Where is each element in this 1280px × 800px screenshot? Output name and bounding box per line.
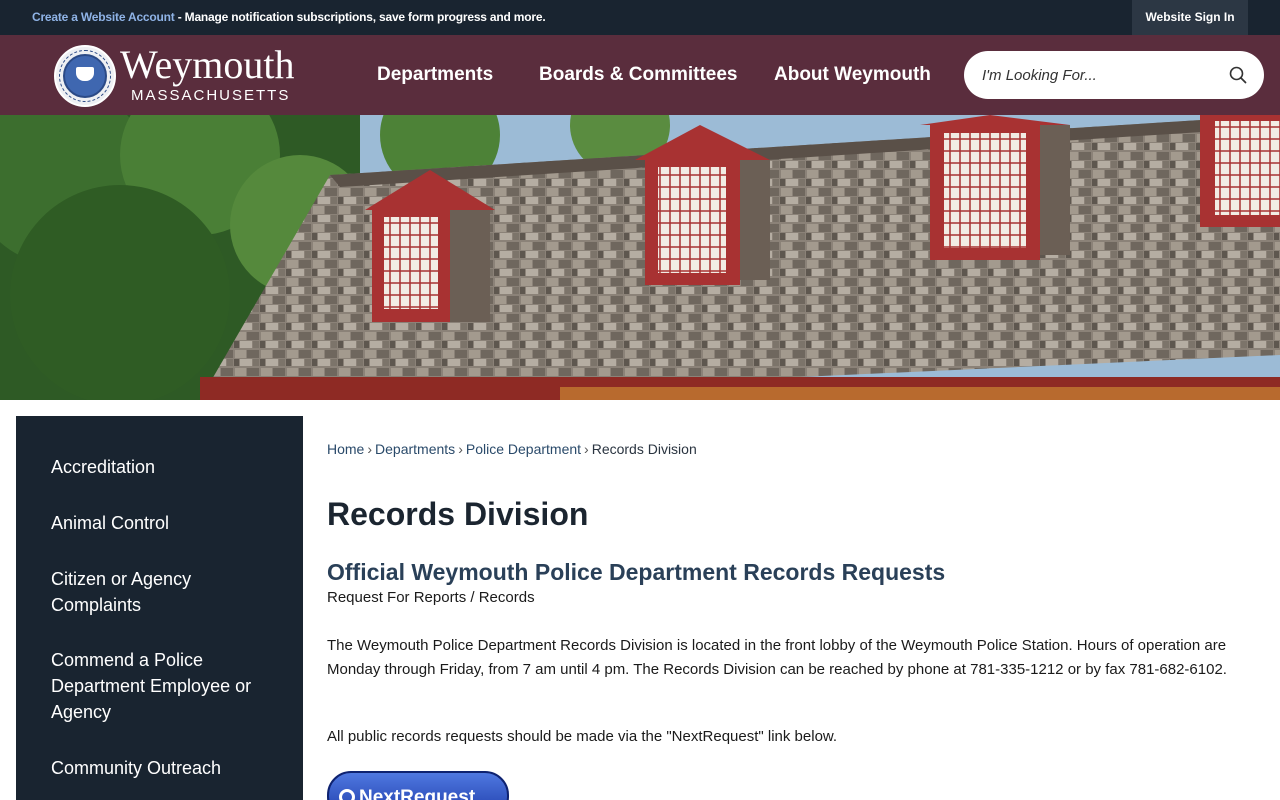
sidebar-item-commend[interactable]: Commend a Police Department Employee or … [51,647,261,725]
nav-boards-committees[interactable]: Boards & Committees [539,35,738,115]
sidebar-item-community-outreach[interactable]: Community Outreach [51,755,281,781]
nextrequest-button[interactable]: NextRequest [327,771,509,800]
section-subtitle: Request For Reports / Records [327,589,535,606]
nav-about-weymouth[interactable]: About Weymouth [774,35,931,115]
ship-icon [76,67,94,81]
sidebar-item-accreditation[interactable]: Accreditation [51,454,281,480]
site-header: Weymouth MASSACHUSETTS Departments Board… [0,35,1280,115]
breadcrumb-current: Records Division [591,441,697,457]
logo-state-name: MASSACHUSETTS [131,87,291,104]
breadcrumb-departments[interactable]: Departments [375,441,455,457]
search-box [964,51,1264,99]
breadcrumb-police-department[interactable]: Police Department [466,441,581,457]
account-notice: Create a Website Account - Manage notifi… [32,10,546,24]
search-button[interactable] [1228,65,1248,85]
hero-banner-image [0,115,1280,400]
breadcrumb: Home › Departments › Police Department › Recor… [327,441,697,457]
public-records-paragraph: All public records requests should be ma… [327,728,838,745]
account-description: - Manage notification subscriptions, sav… [174,10,546,24]
nav-departments[interactable]: Departments [377,35,493,115]
create-account-link[interactable]: Create a Website Account [32,10,175,24]
search-icon [1229,66,1247,84]
records-info-paragraph: The Weymouth Police Department Records D… [327,637,1227,678]
search-input[interactable] [982,63,1212,87]
nextrequest-label: NextRequest [359,787,476,800]
town-seal-icon [54,45,116,107]
breadcrumb-home[interactable]: Home [327,441,364,457]
sidebar-item-animal-control[interactable]: Animal Control [51,510,281,536]
sidebar-item-complaints[interactable]: Citizen or Agency Complaints [51,566,211,618]
nextrequest-logo-icon [339,789,355,800]
utility-bar: Create a Website Account - Manage notifi… [0,0,1280,35]
website-sign-in-button[interactable]: Website Sign In [1132,0,1248,35]
logo-town-name: Weymouth [120,42,295,87]
historic-house-roof-image [0,115,1280,400]
department-sidebar: Accreditation Animal Control Citizen or … [16,416,303,800]
site-logo[interactable]: Weymouth MASSACHUSETTS [54,43,304,107]
section-heading: Official Weymouth Police Department Reco… [327,559,946,585]
page-title: Records Division [327,496,589,532]
